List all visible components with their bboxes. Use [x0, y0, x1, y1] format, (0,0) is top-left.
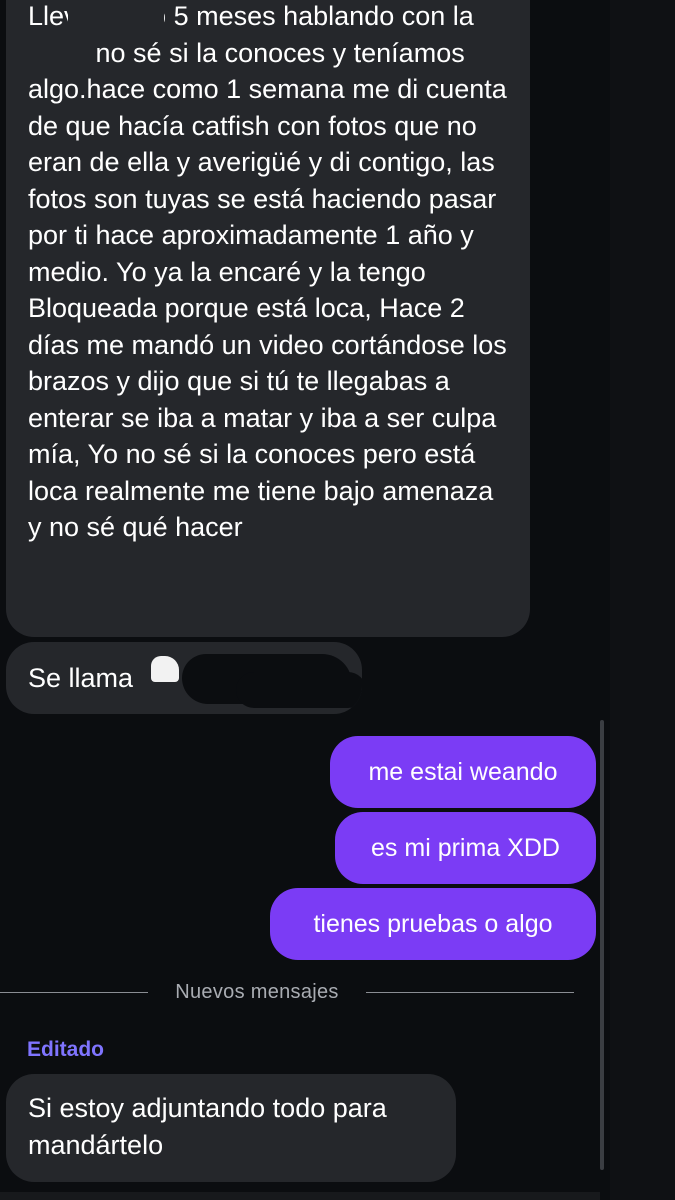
- incoming-message-last-text: Si estoy adjuntando todo para mandártelo: [28, 1093, 387, 1160]
- outgoing-message-text: tienes pruebas o algo: [313, 910, 553, 938]
- side-panel: [610, 0, 675, 1200]
- incoming-message-long-text: Llevo como 5 meses hablando con la no sé…: [28, 1, 507, 542]
- divider-line: [366, 992, 574, 993]
- chat-thread: Llevo como 5 meses hablando con la no sé…: [0, 0, 675, 1200]
- new-messages-divider: Nuevos mensajes: [0, 976, 580, 1010]
- new-messages-label: Nuevos mensajes: [175, 981, 339, 1003]
- edited-label: Editado: [27, 1038, 104, 1061]
- scrollbar[interactable]: [600, 720, 604, 1170]
- redaction-mark: [236, 672, 362, 708]
- outgoing-message[interactable]: es mi prima XDD: [335, 812, 596, 884]
- incoming-message-last[interactable]: Si estoy adjuntando todo para mandártelo: [6, 1074, 456, 1182]
- incoming-message-name-text: Se llama: [28, 663, 134, 693]
- divider-line: [0, 992, 148, 993]
- outgoing-message[interactable]: me estai weando: [330, 736, 596, 808]
- incoming-message-long[interactable]: Llevo como 5 meses hablando con la no sé…: [6, 0, 530, 637]
- composer-edge: [0, 1192, 600, 1200]
- redaction-mark: [151, 656, 179, 682]
- outgoing-message-text: es mi prima XDD: [371, 834, 560, 862]
- outgoing-message-text: me estai weando: [368, 758, 558, 786]
- redaction-mark: [68, 6, 164, 42]
- outgoing-message[interactable]: tienes pruebas o algo: [270, 888, 596, 960]
- incoming-message-name[interactable]: Se llama: [6, 642, 362, 714]
